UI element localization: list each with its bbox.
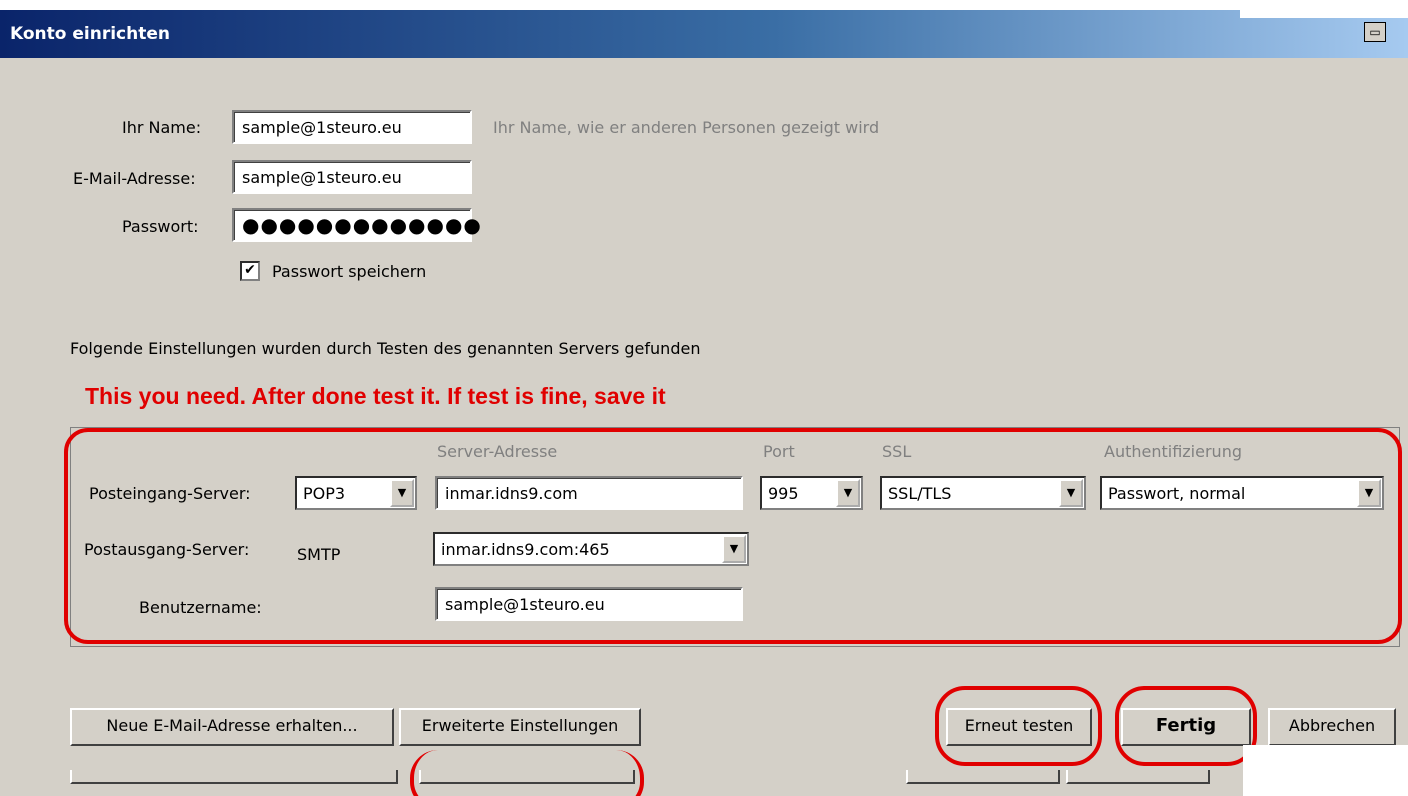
password-label: Passwort: xyxy=(122,217,199,236)
password-input[interactable]: ●●●●●●●●●●●●● xyxy=(232,208,481,242)
email-label: E-Mail-Adresse: xyxy=(73,169,196,188)
annotation-highlight-servers xyxy=(64,428,1402,644)
window-title: Konto einrichten xyxy=(10,24,170,44)
title-bar-edge xyxy=(1240,10,1408,18)
advanced-settings-button[interactable]: Erweiterte Einstellungen xyxy=(399,708,641,746)
new-email-button[interactable]: Neue E-Mail-Adresse erhalten... xyxy=(70,708,394,746)
name-hint: Ihr Name, wie er anderen Personen gezeig… xyxy=(493,118,880,137)
save-password-label[interactable]: Passwort speichern xyxy=(272,262,426,281)
annotation-highlight-retest xyxy=(935,686,1102,766)
name-input[interactable]: sample@1steuro.eu xyxy=(232,110,472,144)
annotation-highlight-done xyxy=(1115,686,1257,766)
info-text: Folgende Einstellungen wurden durch Test… xyxy=(70,339,701,358)
annotation-text: This you need. After done test it. If te… xyxy=(85,383,666,409)
email-input[interactable]: sample@1steuro.eu xyxy=(232,160,472,194)
annotation-highlight-advanced xyxy=(410,750,644,796)
title-bar: Konto einrichten ▭ xyxy=(0,10,1408,58)
cancel-button[interactable]: Abbrechen xyxy=(1268,708,1396,746)
name-label: Ihr Name: xyxy=(122,118,202,137)
ghost-button xyxy=(1066,770,1210,784)
top-border xyxy=(0,0,1408,10)
screenshot-edge xyxy=(1243,745,1408,796)
account-setup-dialog: Konto einrichten ▭ Ihr Name: sample@1ste… xyxy=(0,0,1408,796)
ghost-button xyxy=(906,770,1060,784)
ghost-button xyxy=(70,770,398,784)
save-password-checkbox[interactable]: ✔ xyxy=(240,261,260,281)
window-menu-icon[interactable]: ▭ xyxy=(1364,22,1386,42)
